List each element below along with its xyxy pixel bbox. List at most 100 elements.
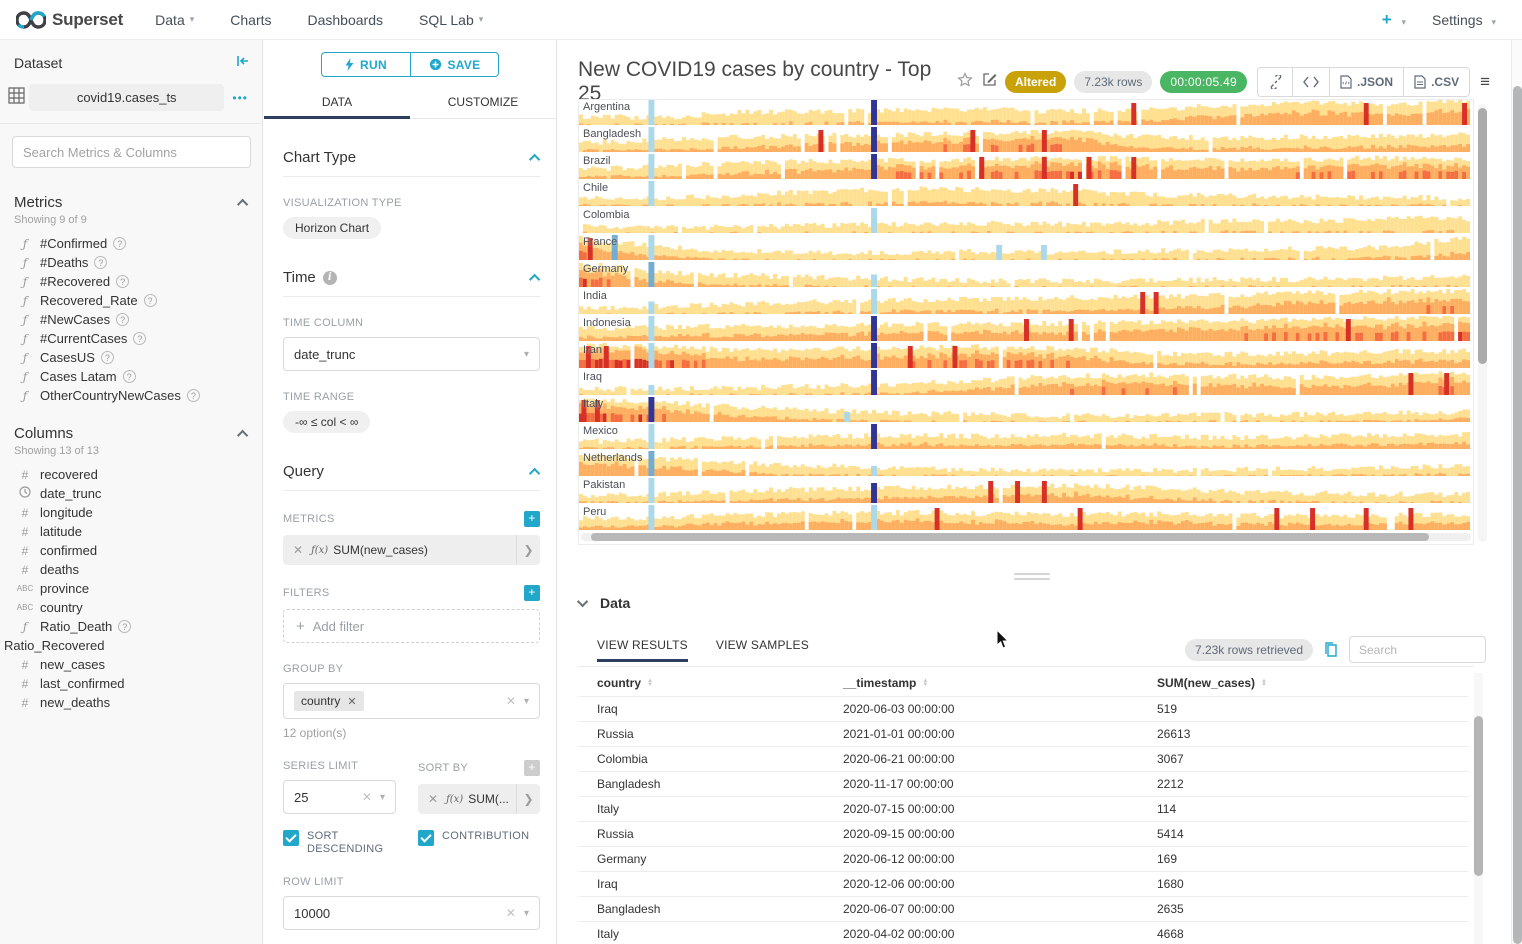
copy-data-icon[interactable] <box>1323 642 1339 658</box>
column-item-date-trunc[interactable]: date_trunc <box>0 484 262 503</box>
search-metrics-columns-input[interactable] <box>12 136 251 168</box>
column-header-country[interactable]: country▲▼ <box>597 676 843 690</box>
scrollbar-thumb[interactable] <box>1474 716 1483 876</box>
add-sortby-button[interactable]: + <box>524 760 540 776</box>
results-search-input[interactable] <box>1349 636 1486 663</box>
add-filter-plus-button[interactable]: + <box>524 585 540 601</box>
metric-item-casesus[interactable]: ƒCasesUS? <box>0 348 262 367</box>
chevron-right-icon[interactable]: ❯ <box>516 784 540 814</box>
tab-view-results[interactable]: VIEW RESULTS <box>597 638 688 662</box>
horizon-row-indonesia[interactable]: Indonesia <box>579 316 1473 343</box>
panel-resize-handle[interactable] <box>1014 573 1050 583</box>
chart-menu-icon[interactable]: ≡ <box>1480 72 1490 92</box>
save-button[interactable]: SAVE <box>410 52 499 77</box>
nav-item-charts[interactable]: Charts <box>212 0 289 39</box>
table-vertical-scrollbar[interactable] <box>1474 673 1483 944</box>
column-item-ratio-death[interactable]: ƒRatio_Death? <box>0 617 262 636</box>
column-item-country[interactable]: ABCcountry <box>0 598 262 617</box>
table-row[interactable]: Iraq2020-12-06 00:00:001680 <box>578 871 1468 896</box>
export-csv-button[interactable]: .CSV <box>1404 68 1469 96</box>
horizon-row-brazil[interactable]: Brazil <box>579 154 1473 181</box>
column-item-recovered[interactable]: #recovered <box>0 465 262 484</box>
horizon-row-bangladesh[interactable]: Bangladesh <box>579 127 1473 154</box>
run-button[interactable]: RUN <box>321 52 410 77</box>
export-json-button[interactable]: .JSON <box>1330 68 1404 96</box>
chevron-up-icon[interactable] <box>237 198 248 209</box>
add-filter-box[interactable]: + Add filter <box>283 609 540 643</box>
tab-data[interactable]: DATA <box>264 87 410 118</box>
clear-icon[interactable]: ✕ <box>506 906 516 920</box>
horizon-row-india[interactable]: India <box>579 289 1473 316</box>
scrollbar-thumb[interactable] <box>1513 86 1522 944</box>
horizon-chart[interactable]: ArgentinaBangladeshBrazilChileColombiaFr… <box>578 99 1474 545</box>
column-item-latitude[interactable]: #latitude <box>0 522 262 541</box>
table-row[interactable]: Italy2020-04-02 00:00:004668 <box>578 921 1468 944</box>
horizon-row-chile[interactable]: Chile <box>579 181 1473 208</box>
tab-view-samples[interactable]: VIEW SAMPLES <box>716 638 809 662</box>
metric-item-cases-latam[interactable]: ƒCases Latam? <box>0 367 262 386</box>
chevron-right-icon[interactable]: ❯ <box>516 535 540 565</box>
metric-item-currentcases[interactable]: ƒ#CurrentCases? <box>0 329 262 348</box>
groupby-select[interactable]: country✕ ✕ ▾ <box>283 683 540 719</box>
nav-item-data[interactable]: Data▾ <box>137 0 212 39</box>
table-row[interactable]: Iraq2020-06-03 00:00:00519 <box>578 696 1468 721</box>
sort-icon[interactable]: ▲▼ <box>647 679 653 687</box>
clear-icon[interactable]: ✕ <box>506 694 516 708</box>
column-item-province[interactable]: ABCprovince <box>0 579 262 598</box>
collapse-panel-icon[interactable] <box>236 54 250 72</box>
clear-icon[interactable]: ✕ <box>362 790 372 804</box>
time-column-select[interactable]: date_trunc▾ <box>283 337 540 371</box>
remove-metric-icon[interactable]: ✕ <box>283 543 311 557</box>
nav-item-sql-lab[interactable]: SQL Lab▾ <box>401 0 501 39</box>
favorite-star-icon[interactable] <box>957 72 973 93</box>
copy-link-button[interactable] <box>1258 68 1293 96</box>
time-range-value[interactable]: -∞ ≤ col < ∞ <box>283 411 370 433</box>
horizon-row-iran[interactable]: Iran <box>579 343 1473 370</box>
remove-sortby-icon[interactable]: ✕ <box>418 792 446 806</box>
column-item-new-cases[interactable]: #new_cases <box>0 655 262 674</box>
sort-descending-checkbox[interactable] <box>283 830 299 846</box>
table-row[interactable]: Bangladesh2020-11-17 00:00:002212 <box>578 771 1468 796</box>
settings-menu[interactable]: Settings ▾ <box>1432 12 1496 28</box>
column-item-deaths[interactable]: #deaths <box>0 560 262 579</box>
metric-item-othercountrynewcases[interactable]: ƒOtherCountryNewCases? <box>0 386 262 405</box>
column-item-ratio-recovered[interactable]: Ratio_Recovered <box>0 636 262 655</box>
embed-code-button[interactable] <box>1293 68 1330 96</box>
page-scrollbar[interactable] <box>1511 40 1522 944</box>
chart-vertical-scrollbar[interactable] <box>1478 104 1487 542</box>
chevron-up-icon[interactable] <box>237 429 248 440</box>
chevron-up-icon[interactable] <box>529 467 540 478</box>
metric-item-recovered[interactable]: ƒ#Recovered? <box>0 272 262 291</box>
tab-customize[interactable]: CUSTOMIZE <box>410 87 556 118</box>
metric-item-deaths[interactable]: ƒ#Deaths? <box>0 253 262 272</box>
column-item-new-deaths[interactable]: #new_deaths <box>0 693 262 712</box>
column-header-sum-new-cases[interactable]: SUM(new_cases)▲▼ <box>1157 676 1468 690</box>
table-row[interactable]: Russia2020-09-15 00:00:005414 <box>578 821 1468 846</box>
column-header-timestamp[interactable]: __timestamp▲▼ <box>843 676 1157 690</box>
remove-tag-icon[interactable]: ✕ <box>347 695 356 708</box>
chevron-down-icon[interactable] <box>577 596 588 607</box>
table-row[interactable]: Russia2021-01-01 00:00:0026613 <box>578 721 1468 746</box>
table-row[interactable]: Germany2020-06-12 00:00:00169 <box>578 846 1468 871</box>
horizon-row-mexico[interactable]: Mexico <box>579 424 1473 451</box>
dataset-name[interactable]: covid19.cases_ts <box>29 84 224 111</box>
metric-pill[interactable]: ✕ ƒ(x) SUM(new_cases) ❯ <box>283 535 540 565</box>
contribution-checkbox[interactable] <box>418 830 434 846</box>
groupby-tag-country[interactable]: country✕ <box>294 691 364 711</box>
new-item-button[interactable]: + ▾ <box>1382 10 1406 30</box>
horizon-row-peru[interactable]: Peru <box>579 505 1473 532</box>
scrollbar-thumb[interactable] <box>1478 108 1487 364</box>
metric-item-confirmed[interactable]: ƒ#Confirmed? <box>0 234 262 253</box>
nav-item-dashboards[interactable]: Dashboards <box>290 0 402 39</box>
table-row[interactable]: Italy2020-07-15 00:00:00114 <box>578 796 1468 821</box>
horizon-row-france[interactable]: France <box>579 235 1473 262</box>
horizon-row-colombia[interactable]: Colombia <box>579 208 1473 235</box>
horizon-row-germany[interactable]: Germany <box>579 262 1473 289</box>
sort-icon[interactable]: ▲▼ <box>1261 679 1267 687</box>
horizon-row-italy[interactable]: Italy <box>579 397 1473 424</box>
scrollbar-thumb[interactable] <box>591 533 1429 541</box>
sortby-pill[interactable]: ✕ ƒ(x) SUM(... ❯ <box>418 784 540 814</box>
sort-icon[interactable]: ▲▼ <box>922 679 928 687</box>
horizon-row-argentina[interactable]: Argentina <box>579 100 1473 127</box>
table-row[interactable]: Bangladesh2020-06-07 00:00:002635 <box>578 896 1468 921</box>
